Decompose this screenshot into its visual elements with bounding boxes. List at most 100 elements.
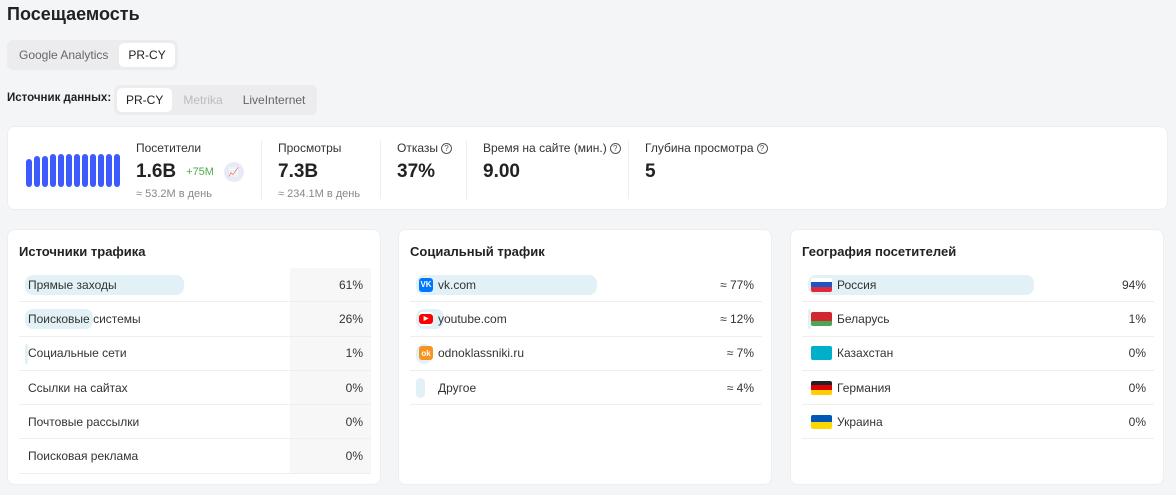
data-source-label: Источник данных:: [7, 92, 112, 104]
stat-bounce: Отказы? 37%: [380, 141, 453, 199]
item-percent: 0%: [1128, 346, 1146, 361]
list-item: Беларусь 1%: [802, 302, 1154, 337]
sparkline-bar: [82, 154, 88, 187]
stat-visitors: Посетители 1.6B +75M 📈 ≈ 53.2M в день: [136, 141, 244, 200]
tab-pr-cy[interactable]: PR-CY: [119, 43, 175, 67]
item-percent: 61%: [338, 277, 363, 292]
sparkline-bar: [66, 153, 72, 187]
item-name: Другое: [438, 380, 477, 395]
list-item: Германия 0%: [802, 371, 1154, 406]
item-percent: ≈ 7%: [726, 346, 754, 361]
item-name: Украина: [837, 414, 883, 429]
chart-trend-icon[interactable]: 📈: [223, 162, 244, 182]
visitors-sparkline: [26, 152, 120, 187]
item-percent: ≈ 77%: [720, 277, 754, 292]
item-percent: 0%: [345, 380, 363, 395]
list-item: VK vk.com ≈ 77%: [410, 268, 762, 303]
item-percent: 0%: [345, 414, 363, 429]
stat-label: Время на сайте (мин.): [483, 141, 607, 155]
stat-depth: Глубина просмотра? 5: [628, 141, 768, 199]
stats-card: Посетители 1.6B +75M 📈 ≈ 53.2M в день Прос…: [7, 126, 1168, 210]
sparkline-bar: [74, 153, 80, 187]
stat-views: Просмотры 7.3B ≈ 234.1M в день: [261, 141, 361, 200]
item-percent: ≈ 12%: [720, 311, 754, 326]
flag-icon: [811, 346, 832, 361]
geography-card: География посетителей Россия 94% Беларусь 1…: [790, 229, 1164, 485]
sparkline-bar: [106, 154, 112, 187]
source-liveinternet[interactable]: LiveInternet: [234, 88, 315, 112]
sparkline-bar: [50, 153, 56, 187]
list-item: ok odnoklassniki.ru ≈ 7%: [410, 337, 762, 371]
sparkline-bar: [26, 159, 32, 187]
help-icon[interactable]: ?: [441, 142, 453, 154]
flag-icon: [811, 414, 832, 429]
stat-value: 9.00: [483, 161, 520, 182]
stat-label: Отказы: [397, 141, 439, 155]
item-percent: ≈ 4%: [726, 380, 754, 395]
list-item: Ссылки на сайтах 0%: [19, 371, 371, 406]
item-name: Германия: [837, 380, 891, 395]
sparkline-bar: [98, 154, 104, 187]
sparkline-bar: [42, 155, 48, 187]
youtube-icon: ▶: [419, 313, 433, 324]
sparkline-bar: [34, 156, 40, 187]
card-title: Социальный трафик: [410, 244, 545, 259]
stat-label: Посетители: [136, 141, 202, 155]
flag-icon: [811, 277, 832, 292]
vk-icon: VK: [419, 277, 433, 292]
list-item: Украина 0%: [802, 405, 1154, 440]
item-name: Социальные сети: [28, 346, 127, 361]
list-item: Почтовые рассылки 0%: [19, 405, 371, 440]
item-name: Ссылки на сайтах: [28, 380, 128, 395]
list-item: Поисковая реклама 0%: [19, 439, 371, 474]
help-icon[interactable]: ?: [609, 142, 621, 154]
item-name: Беларусь: [837, 311, 890, 326]
item-name: Почтовые рассылки: [28, 414, 140, 429]
data-source-selector: PR-CY Metrika LiveInternet: [114, 85, 318, 115]
stat-time: Время на сайте (мин.)? 9.00: [466, 141, 621, 199]
list-item: ▶ youtube.com ≈ 12%: [410, 302, 762, 337]
flag-icon: [811, 311, 832, 326]
source-pr-cy[interactable]: PR-CY: [117, 88, 173, 112]
item-percent: 94%: [1121, 277, 1146, 292]
item-percent: 1%: [1128, 311, 1146, 326]
traffic-sources-card: Источники трафика Прямые заходы 61% Поиско…: [7, 229, 381, 485]
flag-icon: [811, 380, 832, 395]
stat-sub: ≈ 234.1M в день: [278, 188, 361, 200]
stat-value: 7.3B: [278, 161, 319, 182]
card-title: Источники трафика: [19, 244, 146, 259]
item-name: odnoklassniki.ru: [438, 346, 525, 361]
list-item: Казахстан 0%: [802, 337, 1154, 371]
stat-value: 37%: [397, 161, 436, 182]
item-name: vk.com: [438, 277, 477, 292]
help-icon[interactable]: ?: [756, 142, 768, 154]
list-item: Социальные сети 1%: [19, 337, 371, 371]
item-percent: 0%: [345, 449, 363, 464]
stat-label: Просмотры: [278, 141, 342, 155]
item-name: Россия: [837, 277, 877, 292]
tab-google-analytics[interactable]: Google Analytics: [10, 43, 117, 67]
analytics-tabs: Google Analytics PR-CY: [7, 40, 178, 70]
stat-value: 5: [645, 161, 656, 182]
card-title: География посетителей: [802, 244, 957, 259]
source-metrika: Metrika: [183, 93, 223, 107]
item-percent: 0%: [1128, 414, 1146, 429]
growth-badge: +75M: [186, 166, 214, 178]
sparkline-bar: [90, 154, 96, 187]
sparkline-bar: [58, 154, 64, 187]
sparkline-bar: [114, 154, 120, 187]
item-percent: 1%: [345, 346, 363, 361]
odnoklassniki-icon: ok: [419, 346, 433, 361]
item-percent: 26%: [338, 311, 363, 326]
item-name: youtube.com: [438, 311, 507, 326]
stat-value: 1.6B: [136, 161, 177, 182]
social-traffic-card: Социальный трафик VK vk.com ≈ 77% ▶ youtube.…: [398, 229, 772, 485]
stat-label: Глубина просмотра: [645, 141, 754, 155]
item-name: Прямые заходы: [28, 277, 117, 292]
list-item: Другое ≈ 4%: [410, 371, 762, 406]
page-title: Посещаемость: [7, 4, 140, 24]
list-item: Россия 94%: [802, 268, 1154, 303]
item-name: Поисковые системы: [28, 311, 141, 326]
stat-sub: ≈ 53.2M в день: [136, 188, 212, 200]
list-item: Поисковые системы 26%: [19, 302, 371, 337]
